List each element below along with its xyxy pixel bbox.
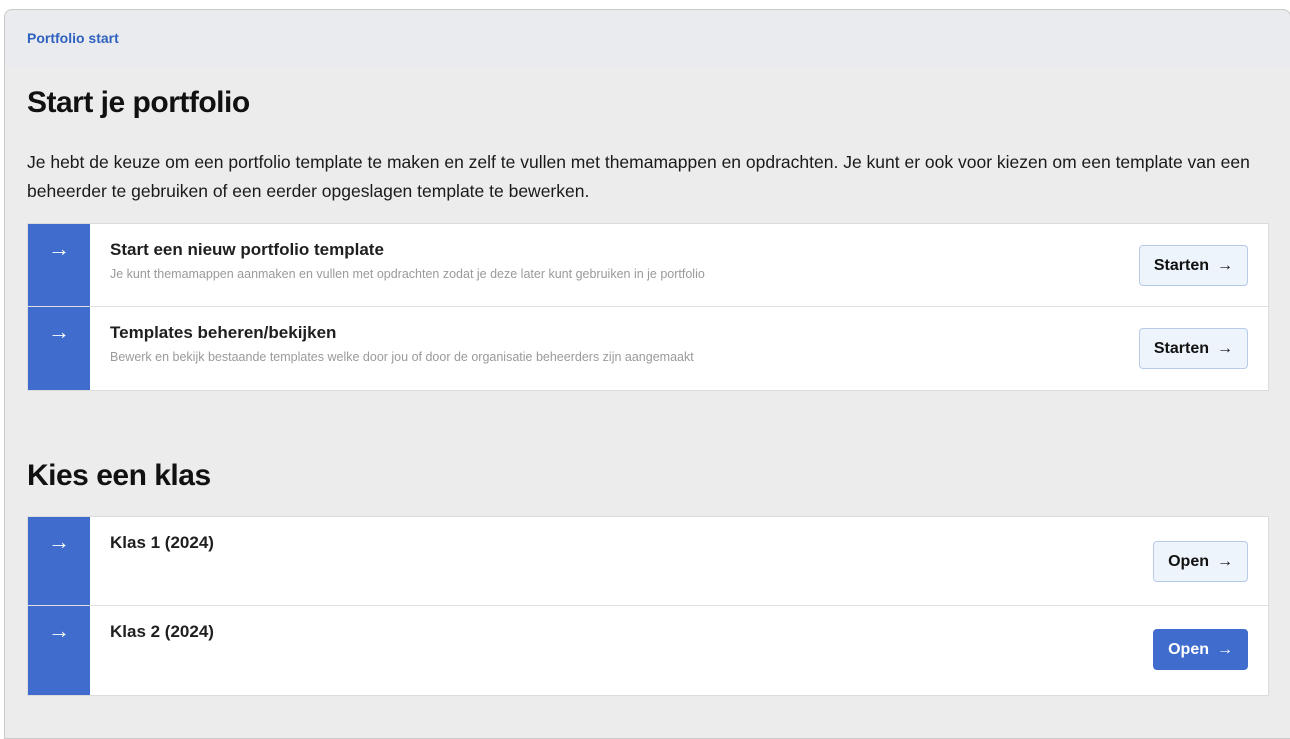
arrow-right-icon: →: [28, 606, 90, 695]
class-list-card: → Klas 1 (2024) Open → → Klas 2 (2024) O…: [27, 516, 1269, 696]
page-title: Start je portfolio: [27, 86, 250, 119]
button-label: Starten: [1153, 256, 1209, 274]
arrow-right-icon: →: [28, 224, 90, 306]
list-item-klas-1[interactable]: → Klas 1 (2024) Open →: [28, 517, 1268, 606]
button-label: Open: [1168, 552, 1209, 570]
button-label: Starten: [1153, 339, 1209, 357]
list-item-klas-2[interactable]: → Klas 2 (2024) Open →: [28, 606, 1268, 695]
row-title: Start een nieuw portfolio template: [110, 240, 384, 259]
arrow-right-icon: →: [1217, 640, 1233, 658]
list-item-new-template[interactable]: → Start een nieuw portfolio template Je …: [28, 224, 1268, 307]
button-label: Open: [1168, 640, 1209, 658]
row-description: Je kunt themamappen aanmaken en vullen m…: [110, 267, 705, 281]
arrow-right-icon: →: [1217, 552, 1233, 570]
row-title: Templates beheren/bekijken: [110, 323, 337, 342]
arrow-right-icon: →: [1217, 256, 1233, 274]
arrow-right-icon: →: [28, 307, 90, 390]
arrow-right-icon: →: [1217, 339, 1233, 357]
breadcrumb-bar: [5, 10, 1290, 68]
class-section-title: Kies een klas: [27, 459, 211, 492]
class-title: Klas 2 (2024): [110, 622, 214, 641]
start-options-card: → Start een nieuw portfolio template Je …: [27, 223, 1269, 391]
list-item-manage-templates[interactable]: → Templates beheren/bekijken Bewerk en b…: [28, 307, 1268, 390]
intro-text: Je hebt de keuze om een portfolio templa…: [27, 152, 1250, 201]
arrow-right-icon: →: [28, 517, 90, 605]
open-klas-2-button[interactable]: Open →: [1153, 629, 1248, 670]
open-klas-1-button[interactable]: Open →: [1153, 541, 1248, 582]
start-new-template-button[interactable]: Starten →: [1138, 245, 1248, 286]
breadcrumb[interactable]: Portfolio start: [27, 30, 119, 46]
class-title: Klas 1 (2024): [110, 533, 214, 552]
row-description: Bewerk en bekijk bestaande templates wel…: [110, 350, 694, 364]
page-frame: Portfolio start Start je portfolio Je he…: [4, 9, 1290, 739]
manage-templates-button[interactable]: Starten →: [1138, 328, 1248, 369]
